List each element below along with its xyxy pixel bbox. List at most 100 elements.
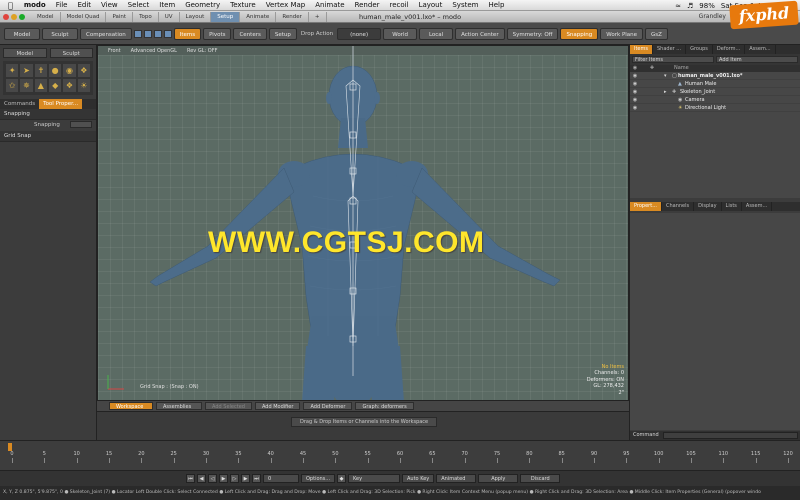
assemblies-button[interactable]: Assemblies — [156, 402, 202, 410]
current-frame-field[interactable]: 0 — [263, 474, 299, 483]
zoom-window-icon[interactable] — [19, 13, 25, 20]
expand-icon[interactable]: ▾ — [664, 73, 672, 79]
bone-tool-icon[interactable]: ➤ — [20, 64, 33, 77]
falloff-tool-icon[interactable]: ☀ — [77, 79, 90, 92]
visibility-eye-icon[interactable]: ◉ — [630, 81, 640, 87]
layout-tab-topo[interactable]: Topo — [133, 11, 159, 22]
symmetry-button[interactable]: Symmetry: Off — [506, 27, 559, 40]
apple-icon[interactable]:  — [0, 1, 19, 10]
menu-item[interactable]: Item — [154, 1, 180, 9]
select-polygons-icon[interactable] — [153, 29, 162, 38]
snapping-field[interactable] — [70, 121, 92, 128]
tab-items[interactable]: Items — [630, 45, 653, 54]
menu-file[interactable]: File — [51, 1, 73, 9]
select-edges-icon[interactable] — [143, 29, 152, 38]
menu-view[interactable]: View — [96, 1, 123, 9]
camera-tool-icon[interactable]: ◉ — [63, 64, 76, 77]
add-deformer-button[interactable]: Add Deformer — [303, 402, 353, 410]
model-button[interactable]: Model — [4, 27, 40, 40]
pivots-button[interactable]: Pivots — [203, 27, 232, 40]
layout-tab-uv[interactable]: UV — [159, 11, 180, 22]
menu-texture[interactable]: Texture — [225, 1, 261, 9]
go-to-end-icon[interactable]: ⏭ — [252, 474, 261, 483]
menu-recoil[interactable]: recoil — [385, 1, 414, 9]
sculpt-button[interactable]: Sculpt — [42, 27, 78, 40]
item-row-skeleton-joint[interactable]: ◉ ▸ ✚ Skeleton_Joint — [630, 88, 800, 96]
filter-items-dropdown[interactable]: Filter Items — [632, 56, 714, 63]
current-frame-marker[interactable] — [8, 443, 12, 451]
layout-tab-paint[interactable]: Paint — [106, 11, 134, 22]
apply-button[interactable]: Apply — [478, 474, 519, 483]
animated-dropdown[interactable]: Animated — [436, 474, 477, 483]
expand-icon[interactable]: ▸ — [664, 89, 672, 95]
item-row-camera[interactable]: ◉ ◉ Camera — [630, 96, 800, 104]
tab-channels[interactable]: Channels — [662, 202, 695, 211]
tab-assemblies[interactable]: Assem... — [745, 45, 776, 54]
drop-action-select[interactable]: (none) — [337, 27, 382, 40]
volume-icon[interactable]: ♬ — [687, 2, 693, 10]
tab-assembly[interactable]: Assem... — [742, 202, 773, 211]
add-selected-button[interactable]: Add Selected — [205, 402, 252, 410]
snapping-section[interactable]: Snapping — [0, 109, 96, 120]
light-tool-icon[interactable]: ● — [48, 64, 62, 77]
pose-tool-icon[interactable]: ✵ — [20, 79, 33, 92]
tab-deformers[interactable]: Deform... — [713, 45, 746, 54]
tab-tool-properties[interactable]: Tool Proper... — [39, 99, 83, 109]
tab-commands[interactable]: Commands — [0, 99, 39, 109]
work-plane-button[interactable]: Work Plane — [600, 27, 644, 40]
3d-viewport[interactable]: Front Advanced OpenGL Rev GL: OFF WWW.CG… — [97, 45, 629, 401]
visibility-eye-icon[interactable]: ◉ — [630, 89, 640, 95]
select-vertices-icon[interactable] — [133, 29, 142, 38]
gsz-button[interactable]: GsZ — [645, 27, 668, 40]
play-icon[interactable]: ▶ — [219, 474, 228, 483]
command-input[interactable] — [662, 432, 798, 439]
prev-key-icon[interactable]: ◀ — [197, 474, 206, 483]
visibility-eye-icon[interactable]: ◉ — [630, 73, 640, 79]
tab-shader[interactable]: Shader ... — [653, 45, 687, 54]
visibility-eye-icon[interactable]: ◉ — [630, 105, 640, 111]
menu-app-name[interactable]: modo — [19, 1, 51, 9]
graph-deformers-button[interactable]: Graph: deformers — [355, 402, 414, 410]
auto-key-button[interactable]: Auto Key — [402, 474, 435, 483]
tab-display[interactable]: Display — [694, 202, 722, 211]
layout-tab-model-quad[interactable]: Model Quad — [61, 11, 107, 22]
action-center-button[interactable]: Action Center — [455, 27, 505, 40]
discard-button[interactable]: Discard — [520, 474, 561, 483]
layout-tab-setup[interactable]: Setup — [211, 11, 241, 22]
sculpt-mode-button[interactable]: Sculpt — [49, 48, 93, 58]
menu-help[interactable]: Help — [483, 1, 509, 9]
compensation-button[interactable]: Compensation — [80, 27, 132, 40]
key-icon[interactable]: ◆ — [337, 474, 346, 483]
item-row-scene[interactable]: ◉ ▾ ▢ human_male_v001.lxo* — [630, 72, 800, 80]
menu-animate[interactable]: Animate — [310, 1, 349, 9]
items-mode-button[interactable]: Items — [173, 27, 202, 40]
schematic-workspace[interactable]: Drag & Drop Items or Channels into the W… — [97, 412, 629, 440]
menu-select[interactable]: Select — [123, 1, 155, 9]
locator-tool-icon[interactable]: ✝ — [34, 64, 47, 77]
visibility-eye-icon[interactable]: ◉ — [630, 97, 640, 103]
add-item-dropdown[interactable]: Add Item — [716, 56, 798, 63]
battery-level[interactable]: 98% — [699, 2, 715, 10]
item-row-human-male[interactable]: ◉ ▲ Human Male — [630, 80, 800, 88]
bind-tool-icon[interactable]: ◆ — [48, 79, 62, 92]
menu-edit[interactable]: Edit — [72, 1, 96, 9]
menu-vertex-map[interactable]: Vertex Map — [261, 1, 311, 9]
minimize-window-icon[interactable] — [11, 13, 17, 20]
deformer-tool-icon[interactable]: ❖ — [77, 64, 90, 77]
key-button[interactable]: Key — [348, 474, 400, 483]
wifi-icon[interactable]: ≈ — [675, 2, 681, 10]
ik-tool-icon[interactable]: ✩ — [6, 79, 19, 92]
next-key-icon[interactable]: ▶ — [241, 474, 250, 483]
prev-frame-icon[interactable]: ◁ — [208, 474, 217, 483]
local-button[interactable]: Local — [419, 27, 454, 40]
options-button[interactable]: Options... — [301, 474, 335, 483]
close-window-icon[interactable] — [3, 13, 9, 20]
human-male-mesh[interactable] — [98, 46, 629, 401]
tab-lists[interactable]: Lists — [722, 202, 742, 211]
mirror-tool-icon[interactable]: ❖ — [63, 79, 76, 92]
setup-button[interactable]: Setup — [268, 27, 297, 40]
menu-system[interactable]: System — [447, 1, 483, 9]
centers-button[interactable]: Centers — [233, 27, 267, 40]
select-materials-icon[interactable] — [163, 29, 172, 38]
grid-snap-section[interactable]: Grid Snap — [0, 131, 96, 142]
